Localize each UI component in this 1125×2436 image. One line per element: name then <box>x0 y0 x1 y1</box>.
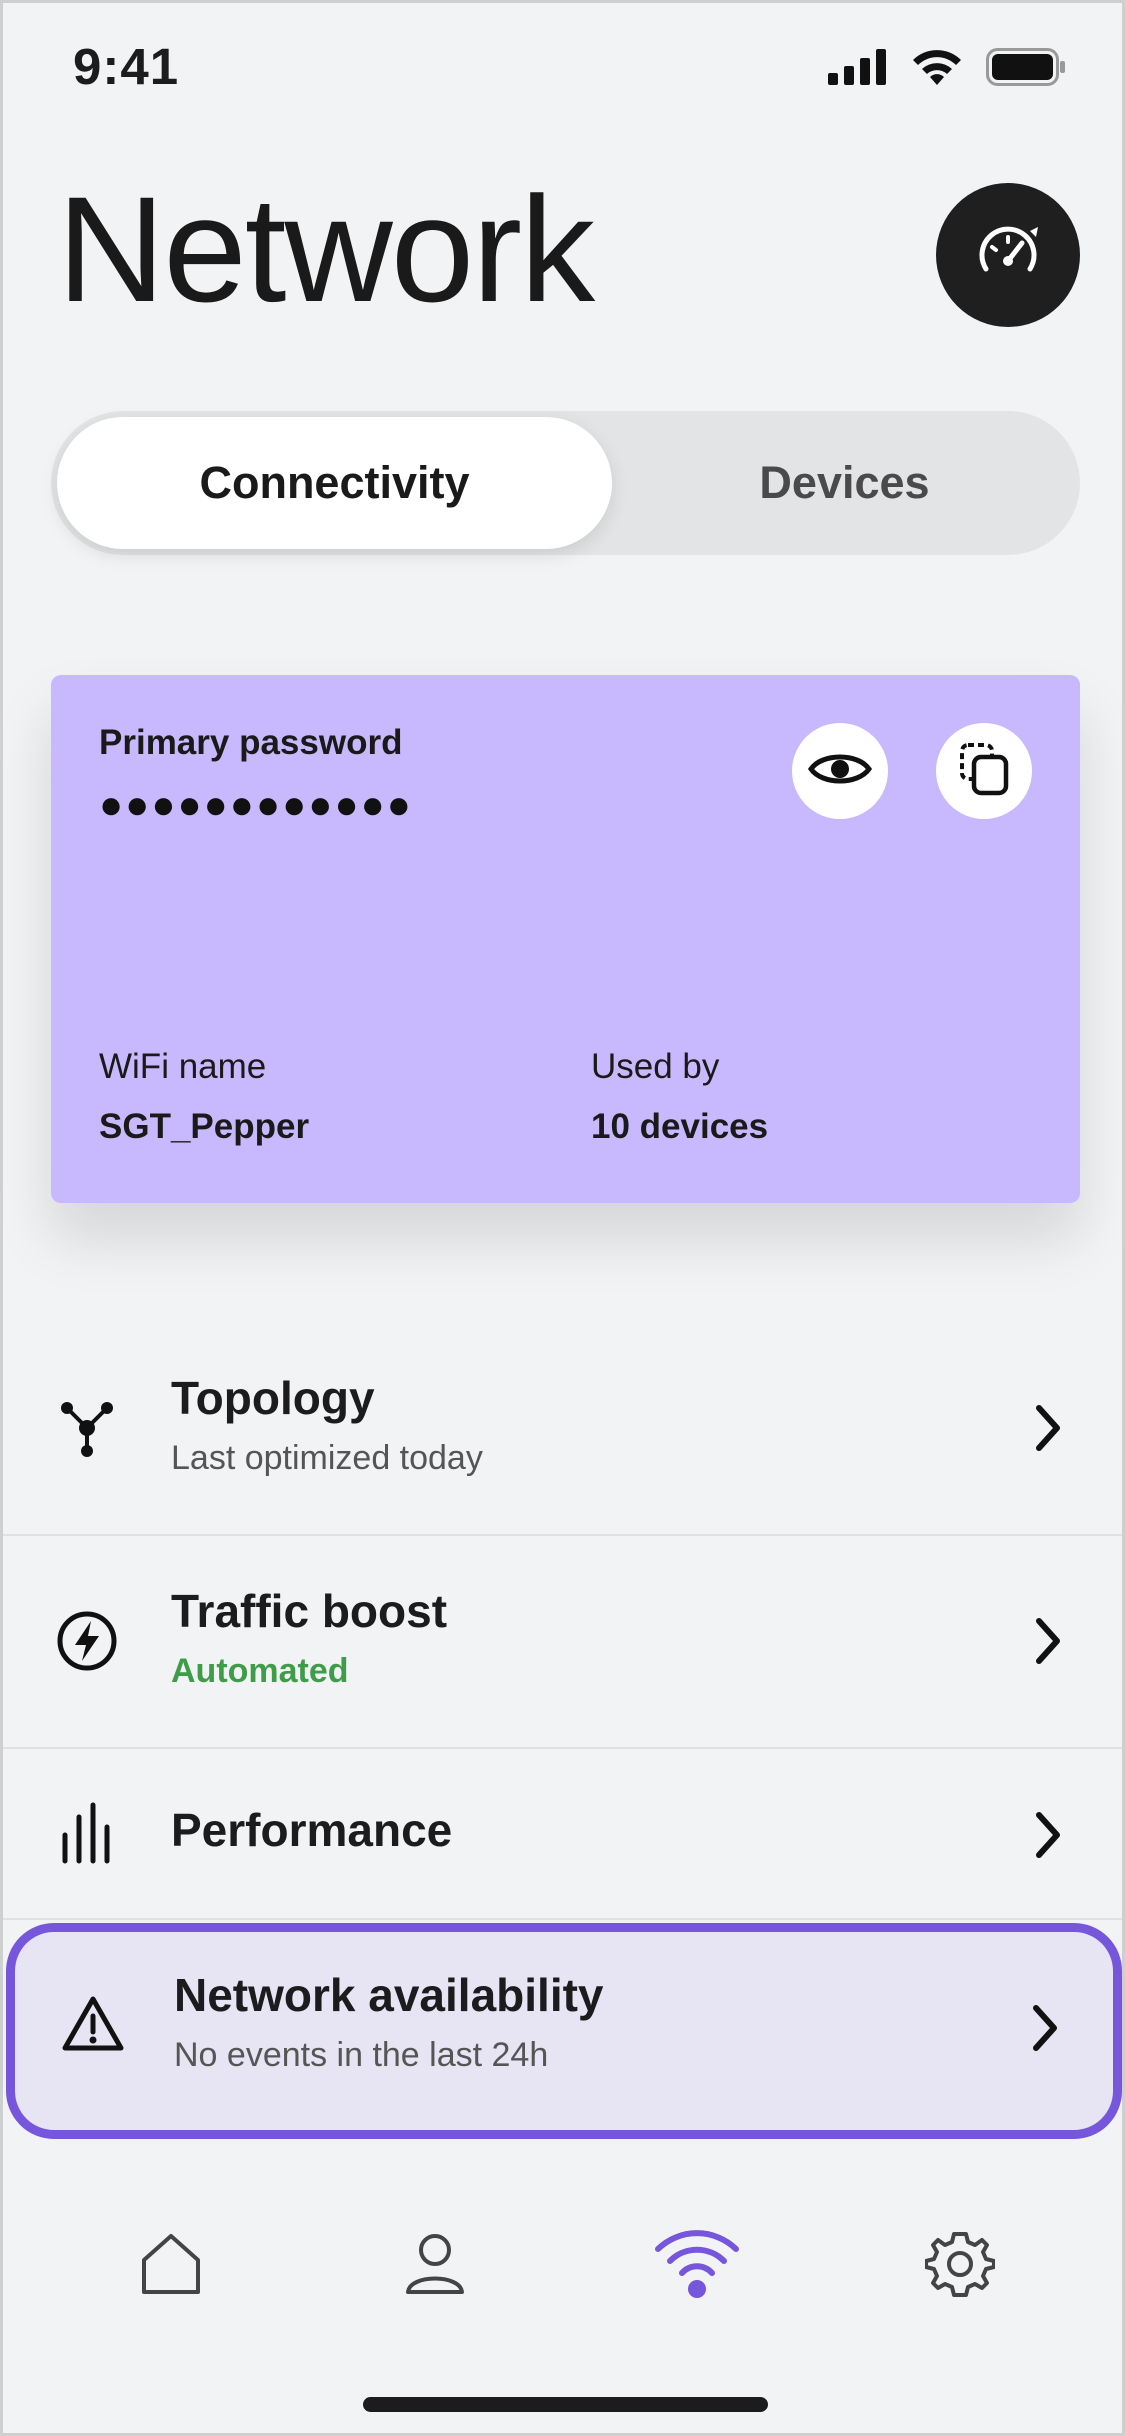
lightning-icon <box>51 1605 123 1677</box>
row-subtitle-status: Automated <box>171 1652 349 1690</box>
list-item-topology[interactable]: Topology Last optimized today <box>3 1323 1122 1536</box>
row-subtitle: No events in the last 24h <box>174 2036 549 2074</box>
chevron-right-icon <box>1028 1611 1068 1671</box>
row-title: Network availability <box>174 1969 604 2021</box>
row-title: Topology <box>171 1372 375 1424</box>
password-label: Primary password <box>99 723 403 762</box>
gear-icon <box>924 2228 996 2303</box>
tab-profile[interactable] <box>387 2217 483 2313</box>
used-by-value: 10 devices <box>591 1107 769 1146</box>
home-indicator <box>363 2397 768 2412</box>
profile-icon <box>402 2230 468 2301</box>
status-icons <box>828 47 1066 87</box>
list-item-performance[interactable]: Performance <box>3 1749 1122 1920</box>
status-bar: 9:41 <box>3 3 1122 135</box>
wifi-icon <box>652 2227 742 2304</box>
app-screen: 9:41 Network Connectivity Devices Primar… <box>0 0 1125 2436</box>
show-password-button[interactable] <box>792 723 888 819</box>
status-time: 9:41 <box>73 38 180 95</box>
chevron-right-icon <box>1028 1805 1068 1865</box>
masked-password: ●●●●●●●●●●●● <box>99 783 413 827</box>
battery-icon <box>986 48 1066 86</box>
home-icon <box>138 2230 204 2301</box>
cellular-signal-icon <box>828 49 888 85</box>
tab-devices[interactable]: Devices <box>615 417 1074 549</box>
page-title: Network <box>57 165 595 333</box>
row-title: Traffic boost <box>171 1585 448 1637</box>
copy-password-button[interactable] <box>936 723 1032 819</box>
bottom-tab-bar <box>3 2163 1122 2433</box>
chevron-right-icon <box>1028 1398 1068 1458</box>
wifi-icon <box>910 47 964 87</box>
row-subtitle: Last optimized today <box>171 1439 483 1477</box>
used-by-label: Used by <box>591 1047 720 1086</box>
warning-icon <box>57 1988 129 2060</box>
tab-settings[interactable] <box>912 2217 1008 2313</box>
topology-icon <box>51 1392 123 1464</box>
speed-test-button[interactable] <box>936 183 1080 327</box>
list-item-traffic-boost[interactable]: Traffic boost Automated <box>3 1536 1122 1749</box>
bar-chart-icon <box>51 1797 123 1869</box>
segmented-control: Connectivity Devices <box>51 411 1080 555</box>
tab-home[interactable] <box>123 2217 219 2313</box>
tab-network[interactable] <box>649 2217 745 2313</box>
tab-connectivity[interactable]: Connectivity <box>57 417 612 549</box>
password-card: Primary password ●●●●●●●●●●●● WiFi name … <box>51 675 1080 1203</box>
eye-icon <box>807 749 873 794</box>
list-item-network-availability[interactable]: Network availability No events in the la… <box>6 1923 1122 2139</box>
row-title: Performance <box>171 1804 453 1856</box>
copy-icon <box>956 741 1012 802</box>
wifi-name-label: WiFi name <box>99 1047 267 1086</box>
chevron-right-icon <box>1025 1998 1065 2058</box>
wifi-name-value: SGT_Pepper <box>99 1107 310 1146</box>
speedometer-icon <box>972 217 1044 294</box>
